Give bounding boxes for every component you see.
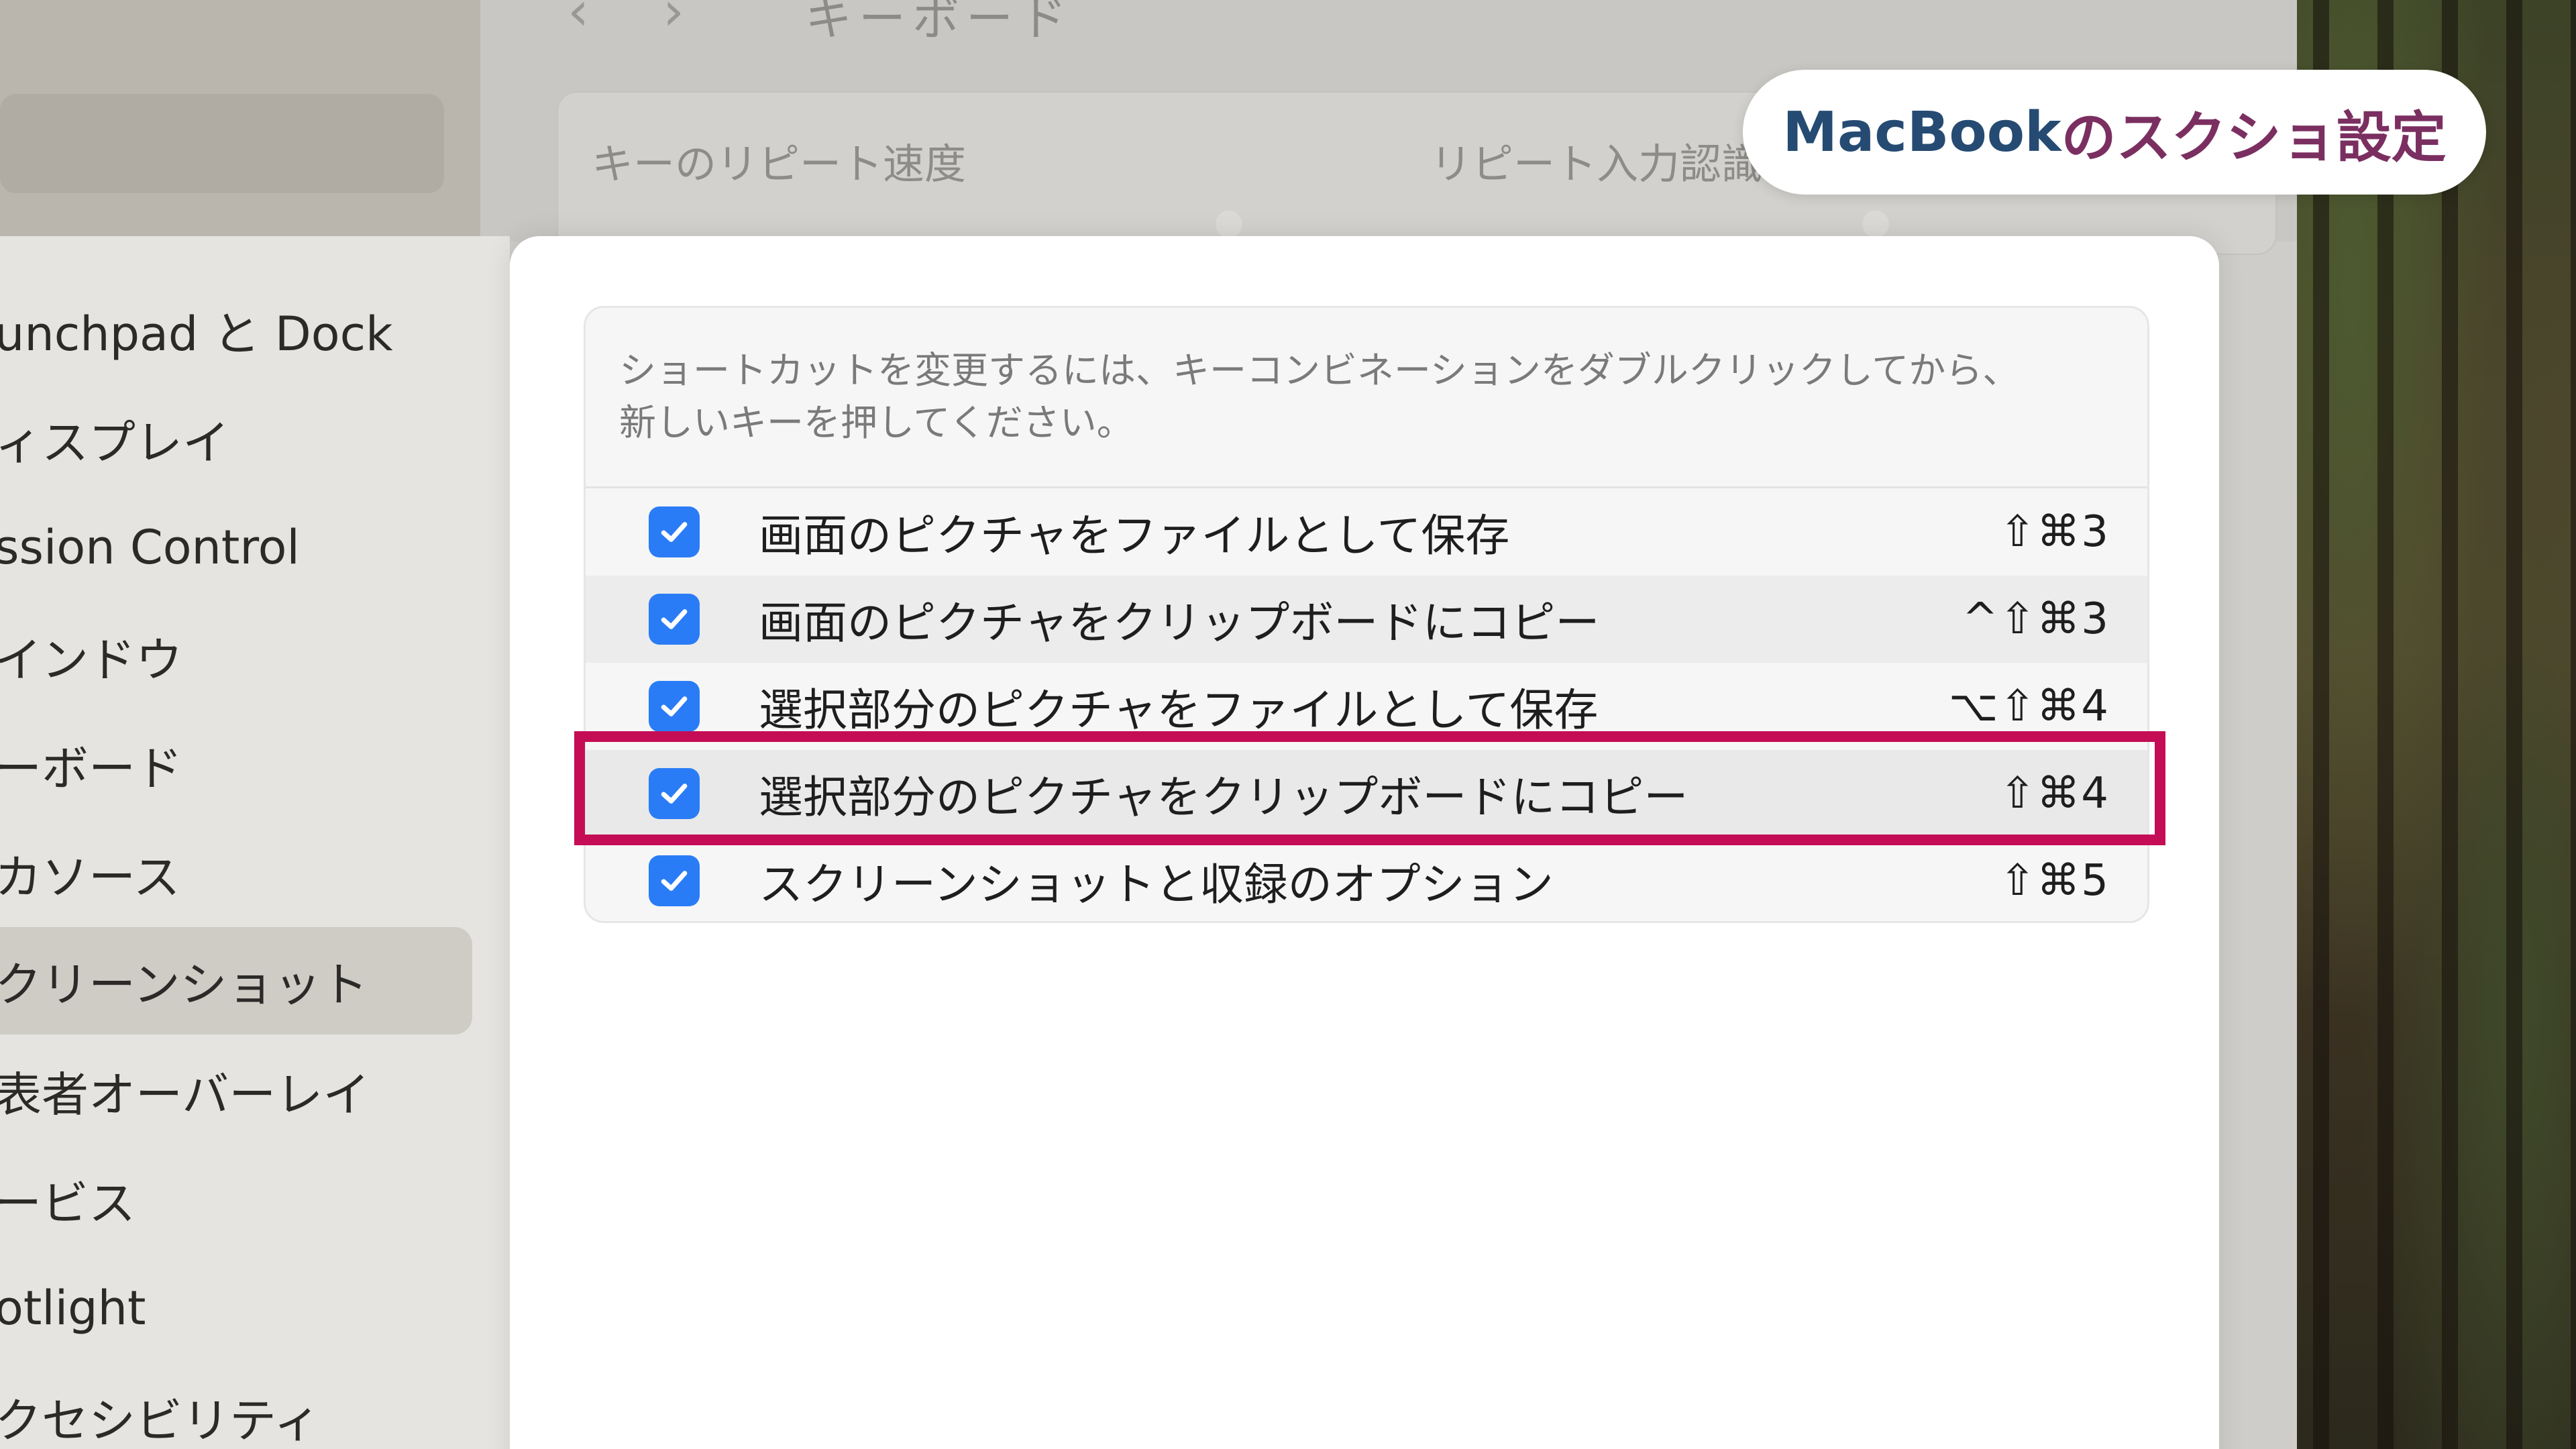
- shortcut-label: スクリーンショットと収録のオプション: [759, 859, 1554, 910]
- sidebar-item-mission-control[interactable]: ssion Control: [0, 494, 472, 601]
- sidebar-item-display[interactable]: ィスプレイ: [0, 385, 472, 492]
- description-line: 新しいキーを押してください。: [619, 401, 1134, 444]
- sidebar-item-label: ーボード: [0, 741, 182, 796]
- sidebar-item-label: ssion Control: [0, 520, 300, 575]
- slider-tick: [1862, 211, 1889, 237]
- checkmark-icon: [661, 609, 688, 629]
- chevron-right-icon[interactable]: ›: [663, 0, 684, 42]
- checkbox-checked[interactable]: [649, 681, 700, 732]
- shortcut-keys[interactable]: ⇧⌘3: [2000, 507, 2110, 557]
- slider-tick: [1216, 211, 1242, 237]
- window-title: キーボード: [805, 0, 1073, 46]
- sidebar-item-window[interactable]: インドウ: [0, 602, 472, 710]
- screen: ‹ › キーボード キーのリピート速度 リピート入力認識 unchpad と Do…: [0, 0, 2576, 1449]
- sidebar-item-launchpad-dock[interactable]: unchpad と Dock: [0, 276, 472, 384]
- sidebar-item-accessibility[interactable]: クセシビリティ: [0, 1363, 472, 1449]
- checkmark-icon: [661, 522, 688, 542]
- caption-text: のスクショ設定: [2061, 105, 2447, 170]
- repeat-delay-label: リピート入力認識: [1430, 140, 1764, 189]
- sidebar-item-label: unchpad と Dock: [0, 306, 393, 362]
- sidebar-item-presenter-overlay[interactable]: 表者オーバーレイ: [0, 1037, 472, 1144]
- shortcut-keys[interactable]: ⇧⌘5: [2000, 856, 2110, 906]
- chevron-left-icon[interactable]: ‹: [568, 0, 589, 42]
- sidebar-item-label: カソース: [0, 849, 180, 905]
- checkbox-checked[interactable]: [649, 594, 700, 645]
- shortcut-label: 画面のピクチャをファイルとして保存: [759, 510, 1510, 561]
- shortcut-row-save-screen[interactable]: 画面のピクチャをファイルとして保存 ⇧⌘3: [586, 488, 2147, 576]
- sidebar-item-spotlight[interactable]: otlight: [0, 1254, 472, 1362]
- sidebar-item-keyboard[interactable]: ーボード: [0, 711, 472, 818]
- shortcut-row-options[interactable]: スクリーンショットと収録のオプション ⇧⌘5: [586, 837, 2147, 921]
- shortcut-label: 画面のピクチャをクリップボードにコピー: [759, 597, 1600, 649]
- shortcut-row-copy-screen[interactable]: 画面のピクチャをクリップボードにコピー ^⇧⌘3: [586, 576, 2147, 663]
- desktop-wallpaper: [2294, 0, 2576, 1449]
- shortcut-keys[interactable]: ⌥⇧⌘4: [1949, 682, 2110, 731]
- sidebar-item-screenshots[interactable]: クリーンショット: [0, 927, 472, 1034]
- description-line: ショートカットを変更するには、キーコンビネーションをダブルクリックしてから、: [619, 349, 2020, 392]
- caption-badge: MacBook のスクショ設定: [1743, 70, 2486, 195]
- sidebar-item-services[interactable]: ービス: [0, 1146, 472, 1253]
- shortcut-keys[interactable]: ^⇧⌘3: [1962, 594, 2110, 644]
- sidebar-item-label: クセシビリティ: [0, 1393, 321, 1448]
- sidebar-item-label: 表者オーバーレイ: [0, 1067, 370, 1122]
- caption-brand: MacBook: [1782, 100, 2061, 164]
- checkmark-icon: [661, 696, 688, 716]
- sidebar-item-label: ービス: [0, 1175, 136, 1231]
- key-repeat-label: キーのリピート速度: [592, 140, 967, 189]
- sidebar-item-label: otlight: [0, 1281, 146, 1336]
- sidebar-item-label: クリーンショット: [0, 957, 368, 1012]
- shortcut-label: 選択部分のピクチャをファイルとして保存: [759, 684, 1599, 736]
- shortcut-description: ショートカットを変更するには、キーコンビネーションをダブルクリックしてから、 新…: [619, 344, 2095, 449]
- sidebar-item-input-sources[interactable]: カソース: [0, 820, 472, 927]
- shortcut-list: 画面のピクチャをファイルとして保存 ⇧⌘3 画面のピクチャをクリップボードにコピ…: [586, 486, 2147, 921]
- sidebar-item-label: インドウ: [0, 632, 182, 688]
- checkmark-icon: [661, 871, 688, 891]
- nav-arrows: ‹ ›: [568, 0, 758, 42]
- sidebar-search-field[interactable]: [0, 94, 444, 193]
- sidebar: unchpad と Dock ィスプレイ ssion Control インドウ …: [0, 236, 510, 1449]
- checkbox-checked[interactable]: [649, 506, 700, 557]
- highlight-annotation-frame: [574, 731, 2165, 845]
- sidebar-item-label: ィスプレイ: [0, 415, 229, 470]
- checkbox-checked[interactable]: [649, 855, 700, 906]
